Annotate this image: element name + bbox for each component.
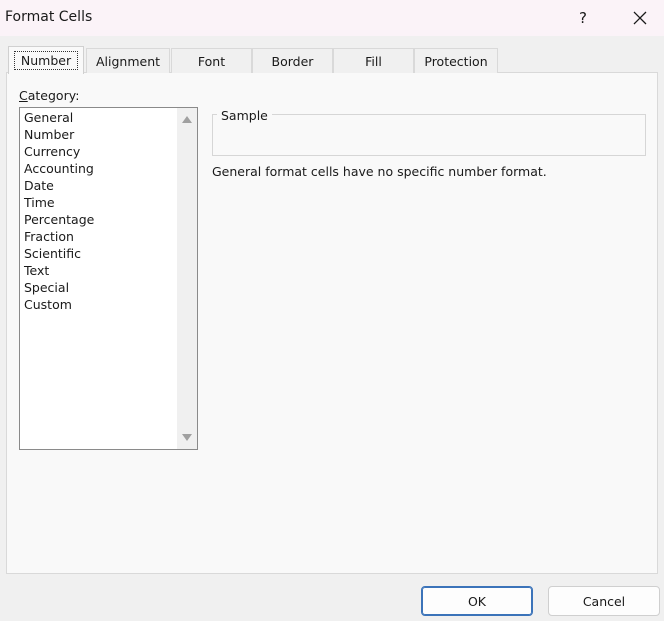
close-icon [633,11,647,25]
tab-border-label: Border [271,53,314,69]
ok-button[interactable]: OK [421,586,533,616]
category-item-number[interactable]: Number [24,126,74,143]
category-label-accesskey: C [19,88,28,103]
tab-fill[interactable]: Fill [333,48,414,73]
category-item-scientific[interactable]: Scientific [24,245,81,262]
sample-box [212,114,646,156]
category-item-fraction[interactable]: Fraction [24,228,74,245]
tab-fill-label: Fill [365,53,382,69]
tab-protection[interactable]: Protection [414,48,498,73]
dialog-title: Format Cells [5,9,93,25]
tab-border[interactable]: Border [252,48,333,73]
cancel-button[interactable]: Cancel [548,586,660,616]
category-item-percentage[interactable]: Percentage [24,211,94,228]
help-button[interactable]: ? [566,4,600,32]
category-item-custom[interactable]: Custom [24,296,72,313]
category-item-date[interactable]: Date [24,177,54,194]
category-label-text: ategory: [27,88,80,103]
format-description: General format cells have no specific nu… [212,164,547,179]
format-cells-dialog: Format Cells ? Number Alignment Font Bor… [0,0,664,621]
category-item-currency[interactable]: Currency [24,143,80,160]
category-item-accounting[interactable]: Accounting [24,160,94,177]
sample-legend: Sample [217,108,272,123]
title-bar: Format Cells ? [0,0,664,36]
tab-number[interactable]: Number [8,46,84,74]
close-button[interactable] [622,4,658,32]
category-item-special[interactable]: Special [24,279,69,296]
tab-font[interactable]: Font [171,48,252,73]
category-item-text[interactable]: Text [24,262,49,279]
scroll-down-icon[interactable] [181,433,193,443]
tab-number-label: Number [13,51,79,70]
tab-protection-label: Protection [424,53,488,69]
category-item-general[interactable]: General [24,109,73,126]
category-scrollbar[interactable] [177,108,197,449]
tab-alignment[interactable]: Alignment [86,48,170,73]
category-label: Category: [19,88,79,103]
category-item-time[interactable]: Time [24,194,55,211]
category-listbox[interactable]: General Number Currency Accounting Date … [19,107,198,450]
scroll-up-icon[interactable] [181,114,193,124]
tab-font-label: Font [197,53,226,69]
tab-alignment-label: Alignment [95,53,161,69]
